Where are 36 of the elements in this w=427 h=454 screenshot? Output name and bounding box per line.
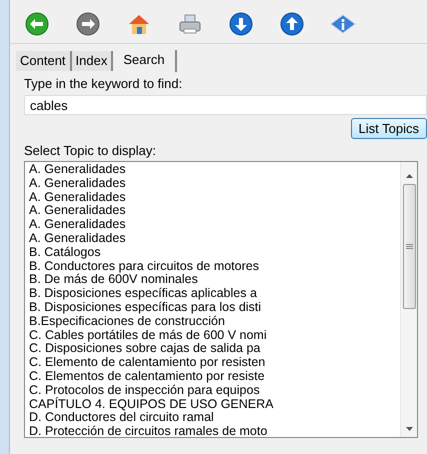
scrollbar[interactable] — [400, 162, 417, 437]
topic-item[interactable]: A. Generalidades — [29, 232, 126, 246]
topics-label: Select Topic to display: — [24, 143, 157, 159]
tab[interactable]: Content — [16, 51, 72, 71]
topic-item[interactable]: C. Elementos de calentamiento por resiste — [29, 370, 265, 384]
topic-item[interactable]: B. Conductores para circuitos de motores — [29, 260, 259, 274]
up-arrow-icon[interactable] — [278, 12, 306, 36]
topic-item[interactable]: B. De más de 600V nominales — [29, 273, 198, 288]
grip-icon — [406, 244, 412, 249]
topic-item[interactable]: A. Generalidades — [29, 204, 126, 218]
scroll-up-icon[interactable] — [406, 174, 412, 178]
back-icon[interactable] — [23, 12, 51, 36]
topic-item[interactable]: B. Catálogos — [29, 246, 101, 260]
down-arrow-icon[interactable] — [227, 12, 255, 36]
topic-item[interactable]: C. Cables portátiles de más de 600 V nomi — [29, 328, 267, 342]
info-icon[interactable] — [329, 12, 357, 36]
topic-item[interactable]: C. Protocolos de inspección para equipos — [29, 384, 260, 398]
topic-item[interactable]: C. Elemento de calentamiento por resisten — [29, 356, 266, 370]
scroll-down-icon[interactable] — [406, 427, 412, 431]
topic-item[interactable]: A. Generalidades — [29, 176, 126, 191]
topic-item[interactable]: D. Conductores del circuito ramal — [29, 411, 214, 426]
topic-item[interactable]: B. Disposiciones específicas para los disti — [29, 300, 262, 315]
topic-item[interactable]: C. Disposiciones sobre cajas de salida pa — [29, 342, 260, 356]
tab[interactable]: Index — [72, 51, 114, 71]
keyword-field[interactable]: cables — [24, 95, 427, 115]
topic-item[interactable]: B.Especificaciones de construcción — [29, 314, 225, 329]
topic-item[interactable]: A. Generalidades — [29, 190, 126, 204]
forward-icon[interactable] — [74, 12, 102, 36]
topic-item[interactable]: A. Generalidades — [29, 218, 126, 232]
topic-item[interactable]: A. Generalidades — [29, 163, 126, 177]
topic-item[interactable]: B. Disposiciones específicas aplicables a — [29, 287, 257, 301]
list-topics-button[interactable]: List Topics — [350, 118, 427, 139]
topic-item[interactable]: D. Protección de circuitos ramales de moto — [29, 425, 268, 437]
keyword-label: Type in the keyword to find: — [24, 76, 184, 92]
scrollbar-thumb[interactable] — [402, 184, 416, 309]
topic-item[interactable]: CAPÍTULO 4. EQUIPOS DE USO GENERA — [29, 398, 274, 412]
